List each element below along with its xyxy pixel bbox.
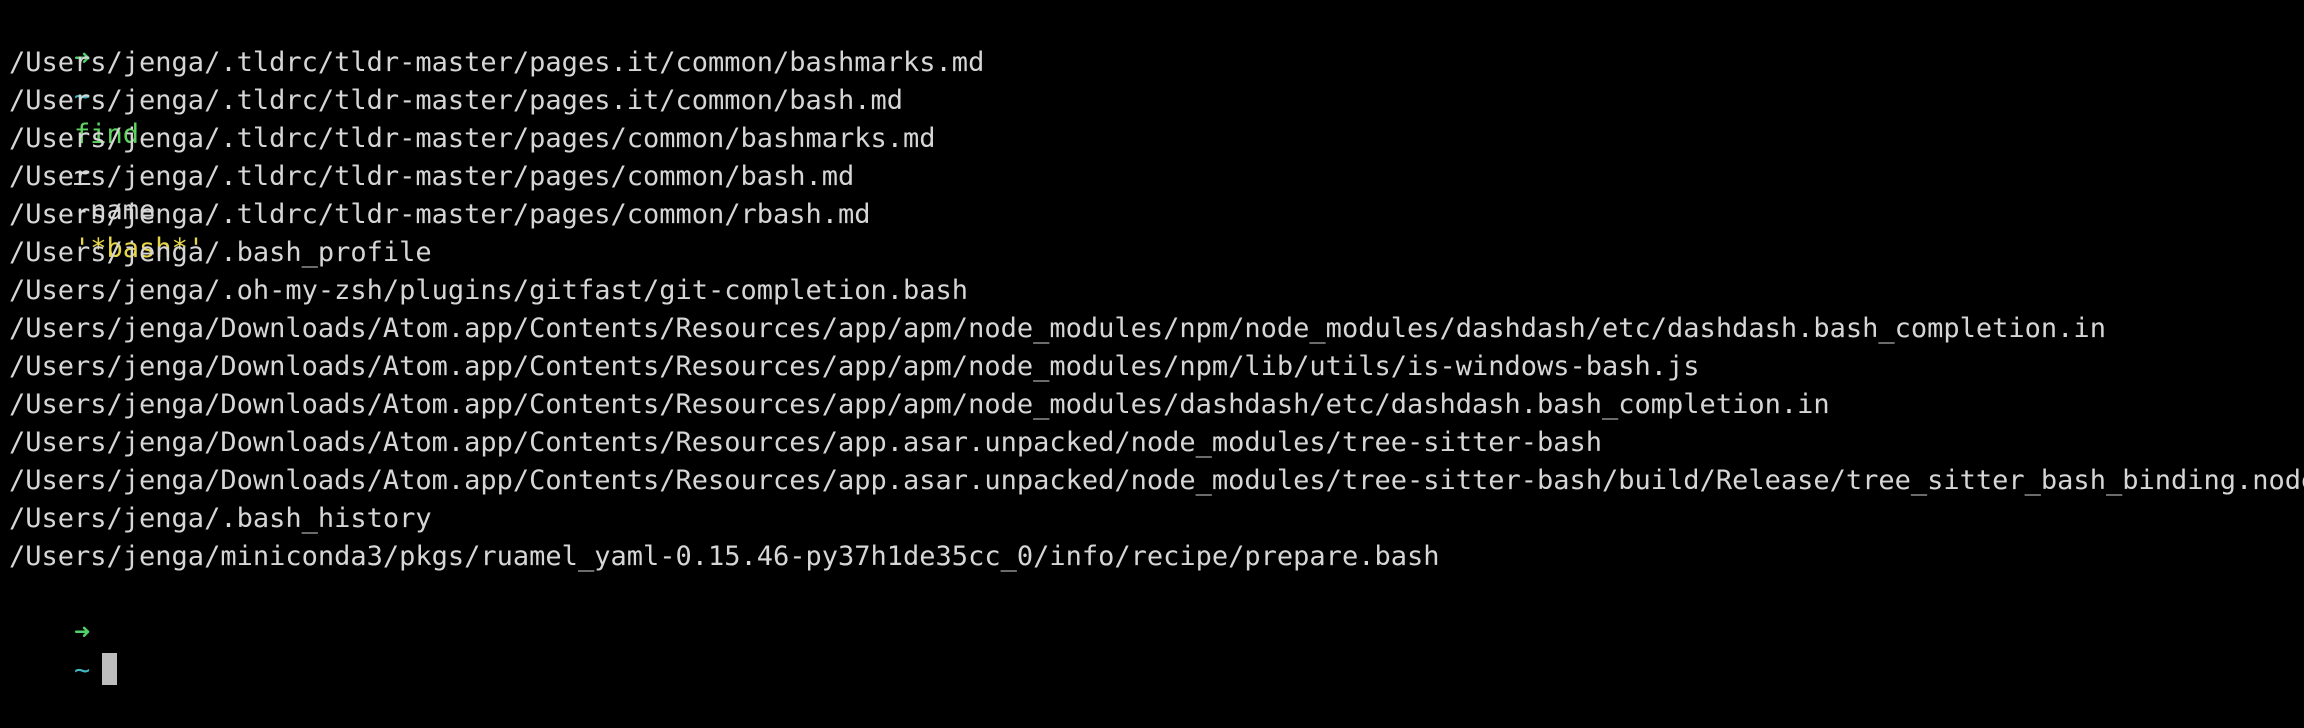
output-line: /Users/jenga/miniconda3/pkgs/ruamel_yaml… [9,541,1440,572]
output-line: /Users/jenga/Downloads/Atom.app/Contents… [9,427,1603,458]
terminal-window[interactable]: ➜ ~ find ~ -name '*bash*' /Users/jenga/.… [0,0,2304,686]
output-line: /Users/jenga/Downloads/Atom.app/Contents… [9,313,2106,344]
output-line: /Users/jenga/.bash_history [9,503,432,534]
output-line: /Users/jenga/.tldrc/tldr-master/pages.it… [9,85,904,116]
output-line: /Users/jenga/.oh-my-zsh/plugins/gitfast/… [9,275,969,306]
prompt-directory: ~ [74,655,91,686]
output-line: /Users/jenga/Downloads/Atom.app/Contents… [9,389,1830,420]
text-cursor[interactable] [102,652,118,685]
output-line: /Users/jenga/Downloads/Atom.app/Contents… [9,465,2304,496]
command-line: ➜ ~ find ~ -name '*bash*' [9,2,204,264]
output-line: /Users/jenga/.tldrc/tldr-master/pages/co… [9,161,855,192]
output-line: /Users/jenga/.tldrc/tldr-master/pages/co… [9,123,936,154]
output-line: /Users/jenga/Downloads/Atom.app/Contents… [9,351,1700,382]
output-line: /Users/jenga/.bash_profile [9,237,432,268]
output-line: /Users/jenga/.tldrc/tldr-master/pages/co… [9,199,871,230]
current-prompt-line[interactable]: ➜ ~ [9,576,118,686]
output-line: /Users/jenga/.tldrc/tldr-master/pages.it… [9,47,985,78]
prompt-arrow-icon: ➜ [74,617,91,648]
